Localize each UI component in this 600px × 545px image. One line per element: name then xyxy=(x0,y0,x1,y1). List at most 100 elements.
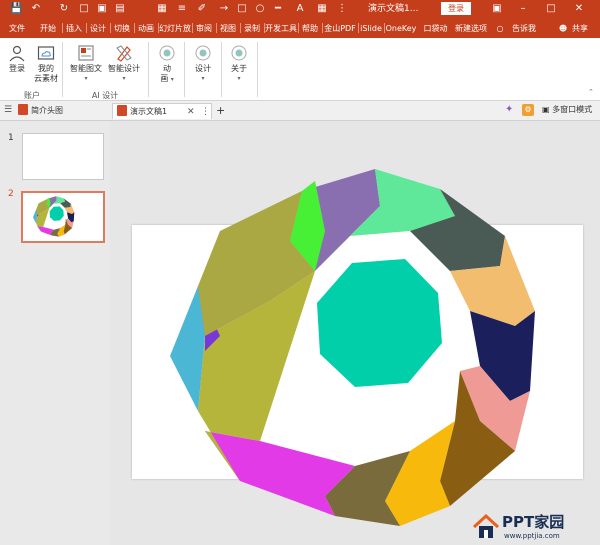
chevron-down-icon: ▾ xyxy=(122,75,126,82)
target-icon xyxy=(159,45,175,61)
settings-gear-icon[interactable]: ⚙ xyxy=(522,104,534,116)
tab-animations[interactable]: 动画 xyxy=(135,21,157,36)
circle-shape-icon[interactable]: ○ xyxy=(254,2,266,15)
house-logo-icon xyxy=(472,513,500,538)
watermark-url: www.pptjia.com xyxy=(504,532,560,540)
my-cloud-button[interactable]: 我的 云素材 xyxy=(33,44,59,84)
tab-slideshow[interactable]: 幻灯片放 xyxy=(159,21,191,36)
close-tab-icon[interactable]: ✕ xyxy=(187,104,195,120)
doc-tab-presentation[interactable]: 演示文稿1 ✕ ⋮ xyxy=(112,103,212,119)
line-icon[interactable]: ━ xyxy=(272,2,284,15)
powerpoint-file-icon xyxy=(18,104,28,115)
design-label: 设计 xyxy=(195,64,211,73)
share-button[interactable]: 共享 xyxy=(570,21,590,36)
doc-tab-intro[interactable]: 简介头图 xyxy=(14,103,104,119)
folder-cloud-icon xyxy=(37,46,55,60)
lightbulb-icon: ○ xyxy=(496,24,504,33)
redo-icon[interactable]: ↻ xyxy=(58,2,70,15)
chevron-down-icon: ▾ xyxy=(84,75,88,82)
tab-view[interactable]: 视图 xyxy=(217,21,239,36)
animation-label-line1: 动 xyxy=(163,64,171,73)
person-icon xyxy=(9,45,25,62)
slide-editor xyxy=(110,121,600,545)
tab-list-icon[interactable]: ☰ xyxy=(4,105,12,115)
target-icon xyxy=(195,45,211,61)
new-file-icon[interactable]: □ xyxy=(78,2,90,15)
undo-icon[interactable]: ↶ xyxy=(30,2,42,15)
smart-graphic-icon xyxy=(78,45,94,61)
smart-graphic-button[interactable]: 智能图文 ▾ xyxy=(68,44,104,84)
tab-new-option[interactable]: 新建选项 xyxy=(454,21,488,36)
target-icon xyxy=(231,45,247,61)
tab-developer[interactable]: 开发工具 xyxy=(265,21,297,36)
slide-thumbnail-1[interactable] xyxy=(22,133,104,180)
my-cloud-label-line1: 我的 xyxy=(38,64,54,73)
save-icon[interactable]: 💾 xyxy=(10,2,22,15)
multi-window-mode-button[interactable]: ▣ 多窗口模式 xyxy=(542,104,592,116)
about-label: 关于 xyxy=(231,64,247,73)
brush-icon[interactable]: ✐ xyxy=(196,2,208,15)
close-icon[interactable]: ✕ xyxy=(572,1,586,16)
grid-icon[interactable]: ▦ xyxy=(316,2,328,15)
tab-onekey[interactable]: OneKey xyxy=(385,21,417,36)
more-icon[interactable]: ⋮ xyxy=(201,104,210,120)
doc-tab-presentation-label: 演示文稿1 xyxy=(130,107,168,116)
document-title: 演示文稿1... xyxy=(368,4,419,14)
align-icon[interactable]: ≡ xyxy=(176,2,188,15)
minimize-icon[interactable]: – xyxy=(516,1,530,16)
tab-islide[interactable]: iSlide xyxy=(359,21,383,36)
shape-artwork xyxy=(170,169,535,526)
ribbon-tabs: 文件 开始 插入 设计 切换 动画 幻灯片放 审阅 视图 录制 开发工具 帮助 … xyxy=(0,18,600,38)
multi-window-label: 多窗口模式 xyxy=(552,105,593,114)
tab-review[interactable]: 审阅 xyxy=(193,21,215,36)
rect-shape-icon[interactable]: □ xyxy=(236,2,248,15)
arrow-shape-icon[interactable]: → xyxy=(218,2,230,15)
slide-number: 2 xyxy=(8,189,14,199)
tab-file[interactable]: 文件 xyxy=(5,21,29,36)
tab-kingsoft-pdf[interactable]: 金山PDF xyxy=(323,21,357,36)
pencil-ruler-icon xyxy=(116,45,132,62)
watermark-title: PPT家园 xyxy=(502,513,565,531)
login-button[interactable]: 登录 xyxy=(441,2,471,15)
animation-label-line2: 画 xyxy=(160,74,169,83)
window-icon: ▣ xyxy=(542,105,553,114)
tab-help[interactable]: 帮助 xyxy=(299,21,321,36)
title-bar: 💾 ↶ ↻ □ ▣ ▤ ▦ ≡ ✐ → □ ○ ━ A ▦ ⋮ 演示文稿1...… xyxy=(0,0,600,18)
customize-icon[interactable]: ⋮ xyxy=(336,2,348,15)
group-label-ai-design: AI 设计 xyxy=(91,91,119,100)
chevron-down-icon: ▾ xyxy=(170,76,174,83)
design-button[interactable]: 设计 ▾ xyxy=(190,44,216,84)
collapse-ribbon-icon[interactable]: ⌃ xyxy=(588,88,594,96)
powerpoint-file-icon xyxy=(117,105,127,116)
tab-design[interactable]: 设计 xyxy=(87,21,109,36)
maximize-icon[interactable]: □ xyxy=(544,1,558,16)
login-ribbon-button[interactable]: 登录 xyxy=(5,44,29,74)
chevron-down-icon: ▾ xyxy=(237,75,241,82)
slide-number: 1 xyxy=(8,133,14,143)
text-box-icon[interactable]: A xyxy=(294,2,306,15)
open-file-icon[interactable]: ▣ xyxy=(96,2,108,15)
tell-me-search[interactable]: 告诉我 xyxy=(509,21,539,36)
animation-button[interactable]: 动 画 ▾ xyxy=(155,44,179,85)
ribbon-panel: 登录 我的 云素材 账户 智能图文 ▾ 智能设计 ▾ AI 设计 动 画 ▾ 设… xyxy=(0,38,600,101)
tab-transitions[interactable]: 切换 xyxy=(111,21,133,36)
tab-pocket-animation[interactable]: 口袋动 xyxy=(419,21,452,36)
smart-design-label: 智能设计 xyxy=(108,64,140,73)
about-button[interactable]: 关于 ▾ xyxy=(226,44,252,84)
thumbnail-preview xyxy=(33,196,75,237)
smart-design-button[interactable]: 智能设计 ▾ xyxy=(106,44,142,84)
document-tabs-bar: ☰ 简介头图 演示文稿1 ✕ ⋮ + ✦ ⚙ ▣ 多窗口模式 xyxy=(0,101,600,121)
magic-wand-icon[interactable]: ✦ xyxy=(505,104,517,116)
ribbon-display-icon[interactable]: ▣ xyxy=(490,1,504,16)
table-icon[interactable]: ▦ xyxy=(156,2,168,15)
tab-home[interactable]: 开始 xyxy=(36,21,60,36)
tab-insert[interactable]: 插入 xyxy=(63,21,85,36)
slide-thumbnail-2[interactable] xyxy=(21,191,105,243)
group-label-account: 账户 xyxy=(24,91,40,100)
tab-record[interactable]: 录制 xyxy=(241,21,263,36)
my-cloud-label-line2: 云素材 xyxy=(34,74,58,83)
print-icon[interactable]: ▤ xyxy=(114,2,126,15)
doc-tab-intro-label: 简介头图 xyxy=(31,106,63,115)
chevron-down-icon: ▾ xyxy=(201,75,205,82)
new-tab-button[interactable]: + xyxy=(216,103,228,119)
